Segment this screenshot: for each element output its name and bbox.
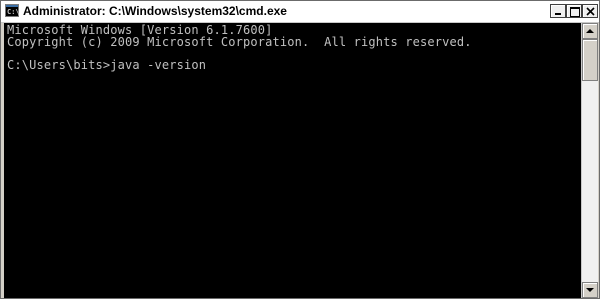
- scroll-thumb[interactable]: [582, 39, 598, 81]
- minimize-button[interactable]: [550, 4, 566, 18]
- console-line-command: C:\Users\bits>java -version: [7, 58, 207, 72]
- arrow-down-icon: [586, 288, 594, 292]
- console-line-copyright: Copyright (c) 2009 Microsoft Corporation…: [7, 35, 472, 49]
- vertical-scrollbar[interactable]: [581, 23, 598, 298]
- close-icon: [586, 7, 595, 16]
- console-output[interactable]: Microsoft Windows [Version 6.1.7600] Cop…: [4, 23, 581, 298]
- title-bar[interactable]: C:\ Administrator: C:\Windows\system32\c…: [1, 1, 599, 23]
- scroll-down-button[interactable]: [582, 282, 598, 298]
- scroll-up-button[interactable]: [582, 23, 598, 39]
- window-title: Administrator: C:\Windows\system32\cmd.e…: [23, 4, 287, 18]
- cmd-icon[interactable]: C:\: [5, 4, 20, 17]
- close-button[interactable]: [582, 4, 598, 18]
- arrow-up-icon: [586, 29, 594, 33]
- maximize-button[interactable]: [566, 4, 582, 18]
- cmd-window: C:\ Administrator: C:\Windows\system32\c…: [0, 0, 600, 299]
